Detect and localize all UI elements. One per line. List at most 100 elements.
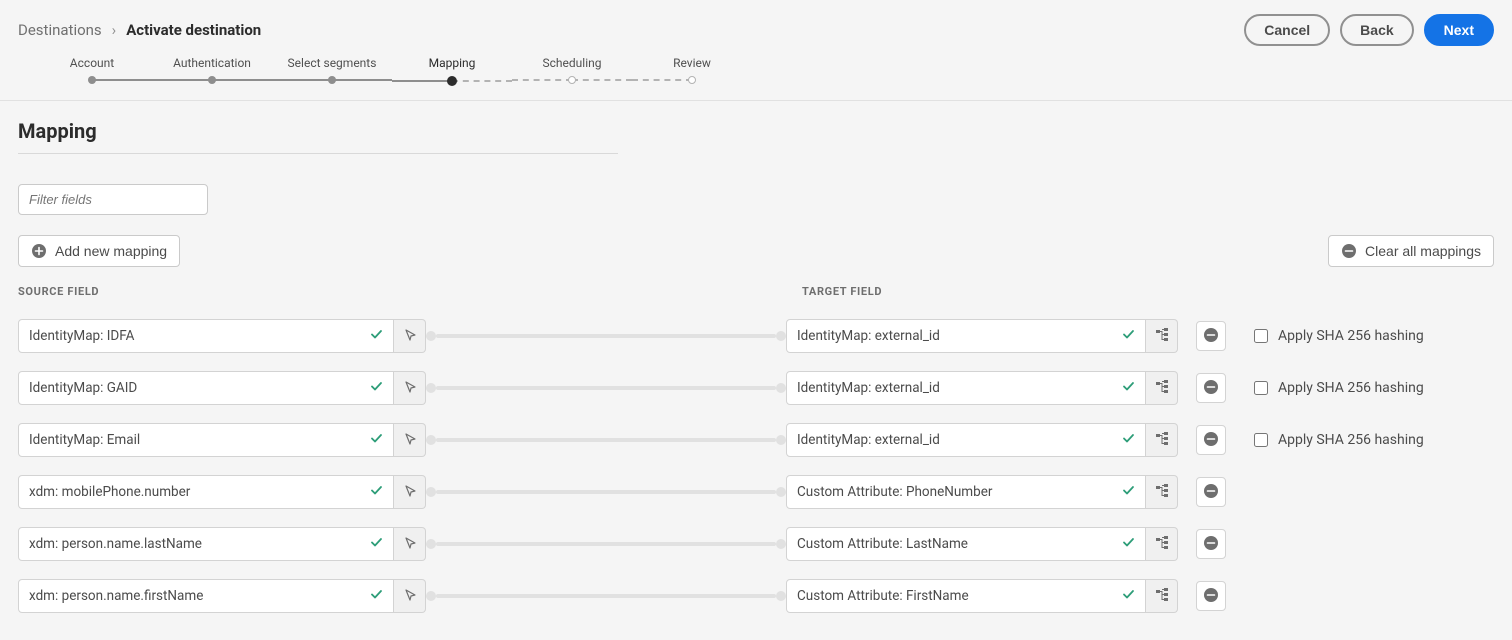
source-field-value: xdm: person.name.firstName xyxy=(29,588,203,604)
mapping-connector xyxy=(426,487,786,497)
step-mapping[interactable]: Mapping xyxy=(392,56,512,86)
source-select-button[interactable] xyxy=(394,475,426,509)
check-icon xyxy=(1122,484,1135,501)
hierarchy-icon xyxy=(1155,328,1169,345)
step-dot-icon xyxy=(447,76,457,86)
hash-label: Apply SHA 256 hashing xyxy=(1278,432,1424,448)
hash-checkbox[interactable] xyxy=(1254,329,1268,343)
column-header-target: TARGET FIELD xyxy=(802,285,882,298)
back-button[interactable]: Back xyxy=(1340,14,1413,46)
source-field-value: IdentityMap: GAID xyxy=(29,380,137,396)
remove-mapping-button[interactable] xyxy=(1196,581,1226,611)
apply-hash-option[interactable]: Apply SHA 256 hashing xyxy=(1254,380,1424,396)
cursor-icon xyxy=(403,432,417,449)
source-field-value: IdentityMap: IDFA xyxy=(29,328,134,344)
filter-fields-input[interactable] xyxy=(18,184,208,215)
hash-label: Apply SHA 256 hashing xyxy=(1278,328,1424,344)
minus-circle-icon xyxy=(1203,327,1219,346)
source-select-button[interactable] xyxy=(394,579,426,613)
cursor-icon xyxy=(403,380,417,397)
apply-hash-option[interactable]: Apply SHA 256 hashing xyxy=(1254,328,1424,344)
step-dot-icon xyxy=(568,76,576,84)
source-field-box[interactable]: xdm: person.name.firstName xyxy=(18,579,394,613)
mapping-connector xyxy=(426,331,786,341)
target-select-button[interactable] xyxy=(1146,423,1178,457)
source-field-box[interactable]: IdentityMap: Email xyxy=(18,423,394,457)
target-field-value: IdentityMap: external_id xyxy=(797,328,940,344)
target-select-button[interactable] xyxy=(1146,475,1178,509)
remove-mapping-button[interactable] xyxy=(1196,321,1226,351)
target-field-value: IdentityMap: external_id xyxy=(797,432,940,448)
mapping-row: IdentityMap: IDFA IdentityMap: external_… xyxy=(18,310,1494,362)
step-account[interactable]: Account xyxy=(32,56,152,86)
source-select-button[interactable] xyxy=(394,527,426,561)
check-icon xyxy=(1122,536,1135,553)
target-field-box[interactable]: Custom Attribute: LastName xyxy=(786,527,1146,561)
check-icon xyxy=(1122,588,1135,605)
target-field-box[interactable]: IdentityMap: external_id xyxy=(786,371,1146,405)
target-select-button[interactable] xyxy=(1146,319,1178,353)
clear-all-mappings-button[interactable]: Clear all mappings xyxy=(1328,235,1494,267)
target-field-box[interactable]: Custom Attribute: FirstName xyxy=(786,579,1146,613)
remove-mapping-button[interactable] xyxy=(1196,425,1226,455)
hash-checkbox[interactable] xyxy=(1254,433,1268,447)
minus-circle-icon xyxy=(1341,243,1357,259)
target-select-button[interactable] xyxy=(1146,579,1178,613)
cursor-icon xyxy=(403,588,417,605)
check-icon xyxy=(1122,380,1135,397)
step-select-segments[interactable]: Select segments xyxy=(272,56,392,86)
source-field-box[interactable]: xdm: mobilePhone.number xyxy=(18,475,394,509)
chevron-right-icon: › xyxy=(112,21,117,39)
target-select-button[interactable] xyxy=(1146,371,1178,405)
column-header-source: SOURCE FIELD xyxy=(18,285,802,298)
cursor-icon xyxy=(403,536,417,553)
target-field-box[interactable]: Custom Attribute: PhoneNumber xyxy=(786,475,1146,509)
target-field-value: Custom Attribute: LastName xyxy=(797,536,968,552)
mapping-row: IdentityMap: GAID IdentityMap: external_… xyxy=(18,362,1494,414)
mapping-connector xyxy=(426,591,786,601)
check-icon xyxy=(370,536,383,553)
step-scheduling[interactable]: Scheduling xyxy=(512,56,632,86)
check-icon xyxy=(1122,432,1135,449)
source-field-box[interactable]: IdentityMap: GAID xyxy=(18,371,394,405)
source-field-value: xdm: person.name.lastName xyxy=(29,536,202,552)
next-button[interactable]: Next xyxy=(1424,14,1494,46)
apply-hash-option[interactable]: Apply SHA 256 hashing xyxy=(1254,432,1424,448)
check-icon xyxy=(370,484,383,501)
cursor-icon xyxy=(403,328,417,345)
mapping-connector xyxy=(426,435,786,445)
source-select-button[interactable] xyxy=(394,423,426,457)
hierarchy-icon xyxy=(1155,588,1169,605)
wizard-stepper: Account Authentication Select segments M… xyxy=(0,56,1512,101)
remove-mapping-button[interactable] xyxy=(1196,373,1226,403)
minus-circle-icon xyxy=(1203,535,1219,554)
target-field-value: Custom Attribute: FirstName xyxy=(797,588,969,604)
source-select-button[interactable] xyxy=(394,319,426,353)
cancel-button[interactable]: Cancel xyxy=(1244,14,1330,46)
divider xyxy=(18,153,618,154)
source-select-button[interactable] xyxy=(394,371,426,405)
target-select-button[interactable] xyxy=(1146,527,1178,561)
hash-checkbox[interactable] xyxy=(1254,381,1268,395)
target-field-box[interactable]: IdentityMap: external_id xyxy=(786,319,1146,353)
source-field-box[interactable]: xdm: person.name.lastName xyxy=(18,527,394,561)
add-mapping-button[interactable]: Add new mapping xyxy=(18,235,180,267)
remove-mapping-button[interactable] xyxy=(1196,529,1226,559)
step-authentication[interactable]: Authentication xyxy=(152,56,272,86)
breadcrumb-parent[interactable]: Destinations xyxy=(18,21,102,39)
hierarchy-icon xyxy=(1155,484,1169,501)
mapping-row: xdm: person.name.firstName Custom Attrib… xyxy=(18,570,1494,622)
target-field-box[interactable]: IdentityMap: external_id xyxy=(786,423,1146,457)
breadcrumb: Destinations › Activate destination xyxy=(18,21,261,39)
step-dot-icon xyxy=(328,76,336,84)
check-icon xyxy=(370,380,383,397)
minus-circle-icon xyxy=(1203,379,1219,398)
target-field-value: IdentityMap: external_id xyxy=(797,380,940,396)
source-field-box[interactable]: IdentityMap: IDFA xyxy=(18,319,394,353)
breadcrumb-current: Activate destination xyxy=(126,21,261,39)
hash-label: Apply SHA 256 hashing xyxy=(1278,380,1424,396)
step-review[interactable]: Review xyxy=(632,56,752,86)
step-dot-icon xyxy=(88,76,96,84)
remove-mapping-button[interactable] xyxy=(1196,477,1226,507)
step-dot-icon xyxy=(208,76,216,84)
